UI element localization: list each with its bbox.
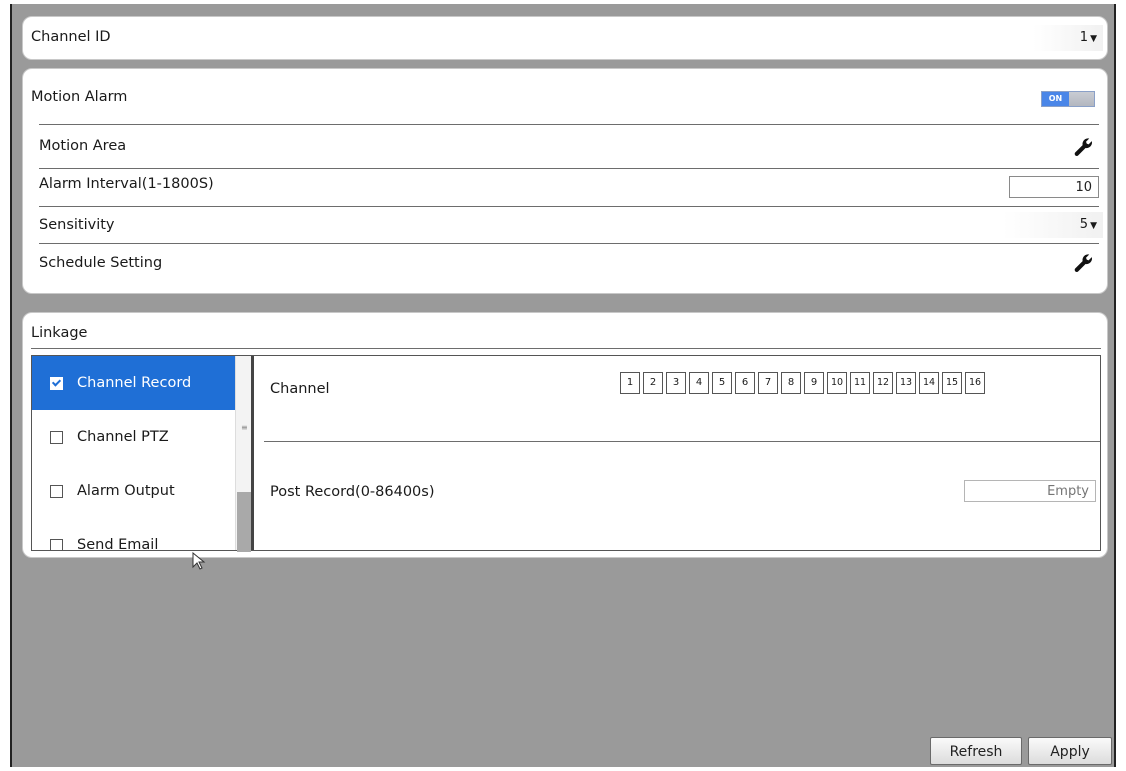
linkage-item-label: Channel PTZ bbox=[77, 429, 169, 445]
schedule-setting-label: Schedule Setting bbox=[39, 255, 163, 271]
linkage-item-channel-ptz[interactable]: Channel PTZ bbox=[32, 410, 235, 464]
divider bbox=[39, 124, 1099, 125]
linkage-label: Linkage bbox=[31, 325, 88, 341]
settings-frame: Channel ID 1 ▼ Motion Alarm ON Motion Are… bbox=[10, 4, 1116, 767]
scrollbar-thumb[interactable] bbox=[237, 492, 251, 552]
divider bbox=[264, 441, 1100, 442]
channel-checkbox-13[interactable]: 13 bbox=[896, 372, 916, 394]
channel-checkbox-10[interactable]: 10 bbox=[827, 372, 847, 394]
alarm-interval-input[interactable] bbox=[1009, 176, 1099, 198]
refresh-button[interactable]: Refresh bbox=[930, 737, 1022, 765]
scroll-grip-icon: ≡ bbox=[241, 423, 248, 432]
post-record-input[interactable] bbox=[964, 480, 1096, 502]
channel-checkbox-8[interactable]: 8 bbox=[781, 372, 801, 394]
motion-area-label: Motion Area bbox=[39, 138, 127, 154]
checkbox[interactable] bbox=[50, 538, 63, 550]
linkage-item-alarm-output[interactable]: Alarm Output bbox=[32, 464, 235, 518]
channel-id-label: Channel ID bbox=[31, 29, 111, 45]
channel-checkbox-4[interactable]: 4 bbox=[689, 372, 709, 394]
linkage-content: Channel Record Channel PTZ Alarm Output … bbox=[31, 355, 1101, 552]
linkage-panel: Linkage Channel Record Channel PTZ Alarm… bbox=[22, 312, 1108, 558]
toggle-off-half bbox=[1069, 92, 1094, 106]
vertical-divider bbox=[251, 356, 254, 550]
channel-checkbox-2[interactable]: 2 bbox=[643, 372, 663, 394]
wrench-icon[interactable] bbox=[1073, 253, 1095, 275]
motion-alarm-toggle[interactable]: ON bbox=[1041, 91, 1095, 107]
motion-alarm-label: Motion Alarm bbox=[31, 89, 128, 105]
channel-id-dropdown[interactable]: 1 ▼ bbox=[1033, 25, 1103, 51]
linkage-item-label: Alarm Output bbox=[77, 483, 175, 499]
divider bbox=[39, 206, 1099, 207]
channel-id-value: 1 bbox=[1079, 30, 1089, 45]
apply-button[interactable]: Apply bbox=[1028, 737, 1112, 765]
checkbox[interactable] bbox=[50, 484, 63, 498]
channel-checkbox-15[interactable]: 15 bbox=[942, 372, 962, 394]
chevron-down-icon: ▼ bbox=[1090, 34, 1097, 44]
channel-checkbox-1[interactable]: 1 bbox=[620, 372, 640, 394]
check-icon bbox=[51, 376, 62, 387]
alarm-interval-label: Alarm Interval(1-1800S) bbox=[39, 176, 214, 192]
channel-checkbox-3[interactable]: 3 bbox=[666, 372, 686, 394]
channel-checkbox-14[interactable]: 14 bbox=[919, 372, 939, 394]
divider bbox=[31, 348, 1101, 349]
checkbox[interactable] bbox=[50, 430, 63, 444]
channel-checkbox-7[interactable]: 7 bbox=[758, 372, 778, 394]
wrench-icon[interactable] bbox=[1073, 137, 1095, 159]
sensitivity-dropdown[interactable]: 5 ▼ bbox=[1003, 212, 1103, 238]
linkage-sidebar: Channel Record Channel PTZ Alarm Output … bbox=[32, 356, 235, 550]
sensitivity-label: Sensitivity bbox=[39, 217, 115, 233]
sidebar-scrollbar[interactable]: ≡ bbox=[235, 356, 251, 552]
motion-alarm-panel: Motion Alarm ON Motion Area Alarm Interv… bbox=[22, 68, 1108, 294]
channel-checkbox-5[interactable]: 5 bbox=[712, 372, 732, 394]
checkbox-checked[interactable] bbox=[50, 376, 63, 390]
channel-id-panel: Channel ID 1 ▼ bbox=[22, 16, 1108, 60]
channel-checkbox-9[interactable]: 9 bbox=[804, 372, 824, 394]
linkage-item-label: Send Email bbox=[77, 537, 159, 550]
linkage-item-channel-record[interactable]: Channel Record bbox=[32, 356, 235, 410]
divider bbox=[39, 243, 1099, 244]
sensitivity-value: 5 bbox=[1079, 217, 1089, 232]
post-record-label: Post Record(0-86400s) bbox=[270, 484, 435, 500]
linkage-item-label: Channel Record bbox=[77, 375, 192, 391]
channel-checkbox-16[interactable]: 16 bbox=[965, 372, 985, 394]
channel-checkbox-6[interactable]: 6 bbox=[735, 372, 755, 394]
chevron-down-icon: ▼ bbox=[1090, 221, 1097, 231]
divider bbox=[39, 168, 1099, 169]
toggle-on-label: ON bbox=[1042, 92, 1069, 106]
mouse-cursor-icon bbox=[192, 552, 206, 570]
channel-selector: 1 2 3 4 5 6 7 8 9 10 11 12 13 14 15 16 bbox=[620, 372, 985, 394]
channel-label: Channel bbox=[270, 381, 330, 397]
channel-checkbox-11[interactable]: 11 bbox=[850, 372, 870, 394]
channel-checkbox-12[interactable]: 12 bbox=[873, 372, 893, 394]
linkage-item-send-email[interactable]: Send Email bbox=[32, 518, 235, 550]
